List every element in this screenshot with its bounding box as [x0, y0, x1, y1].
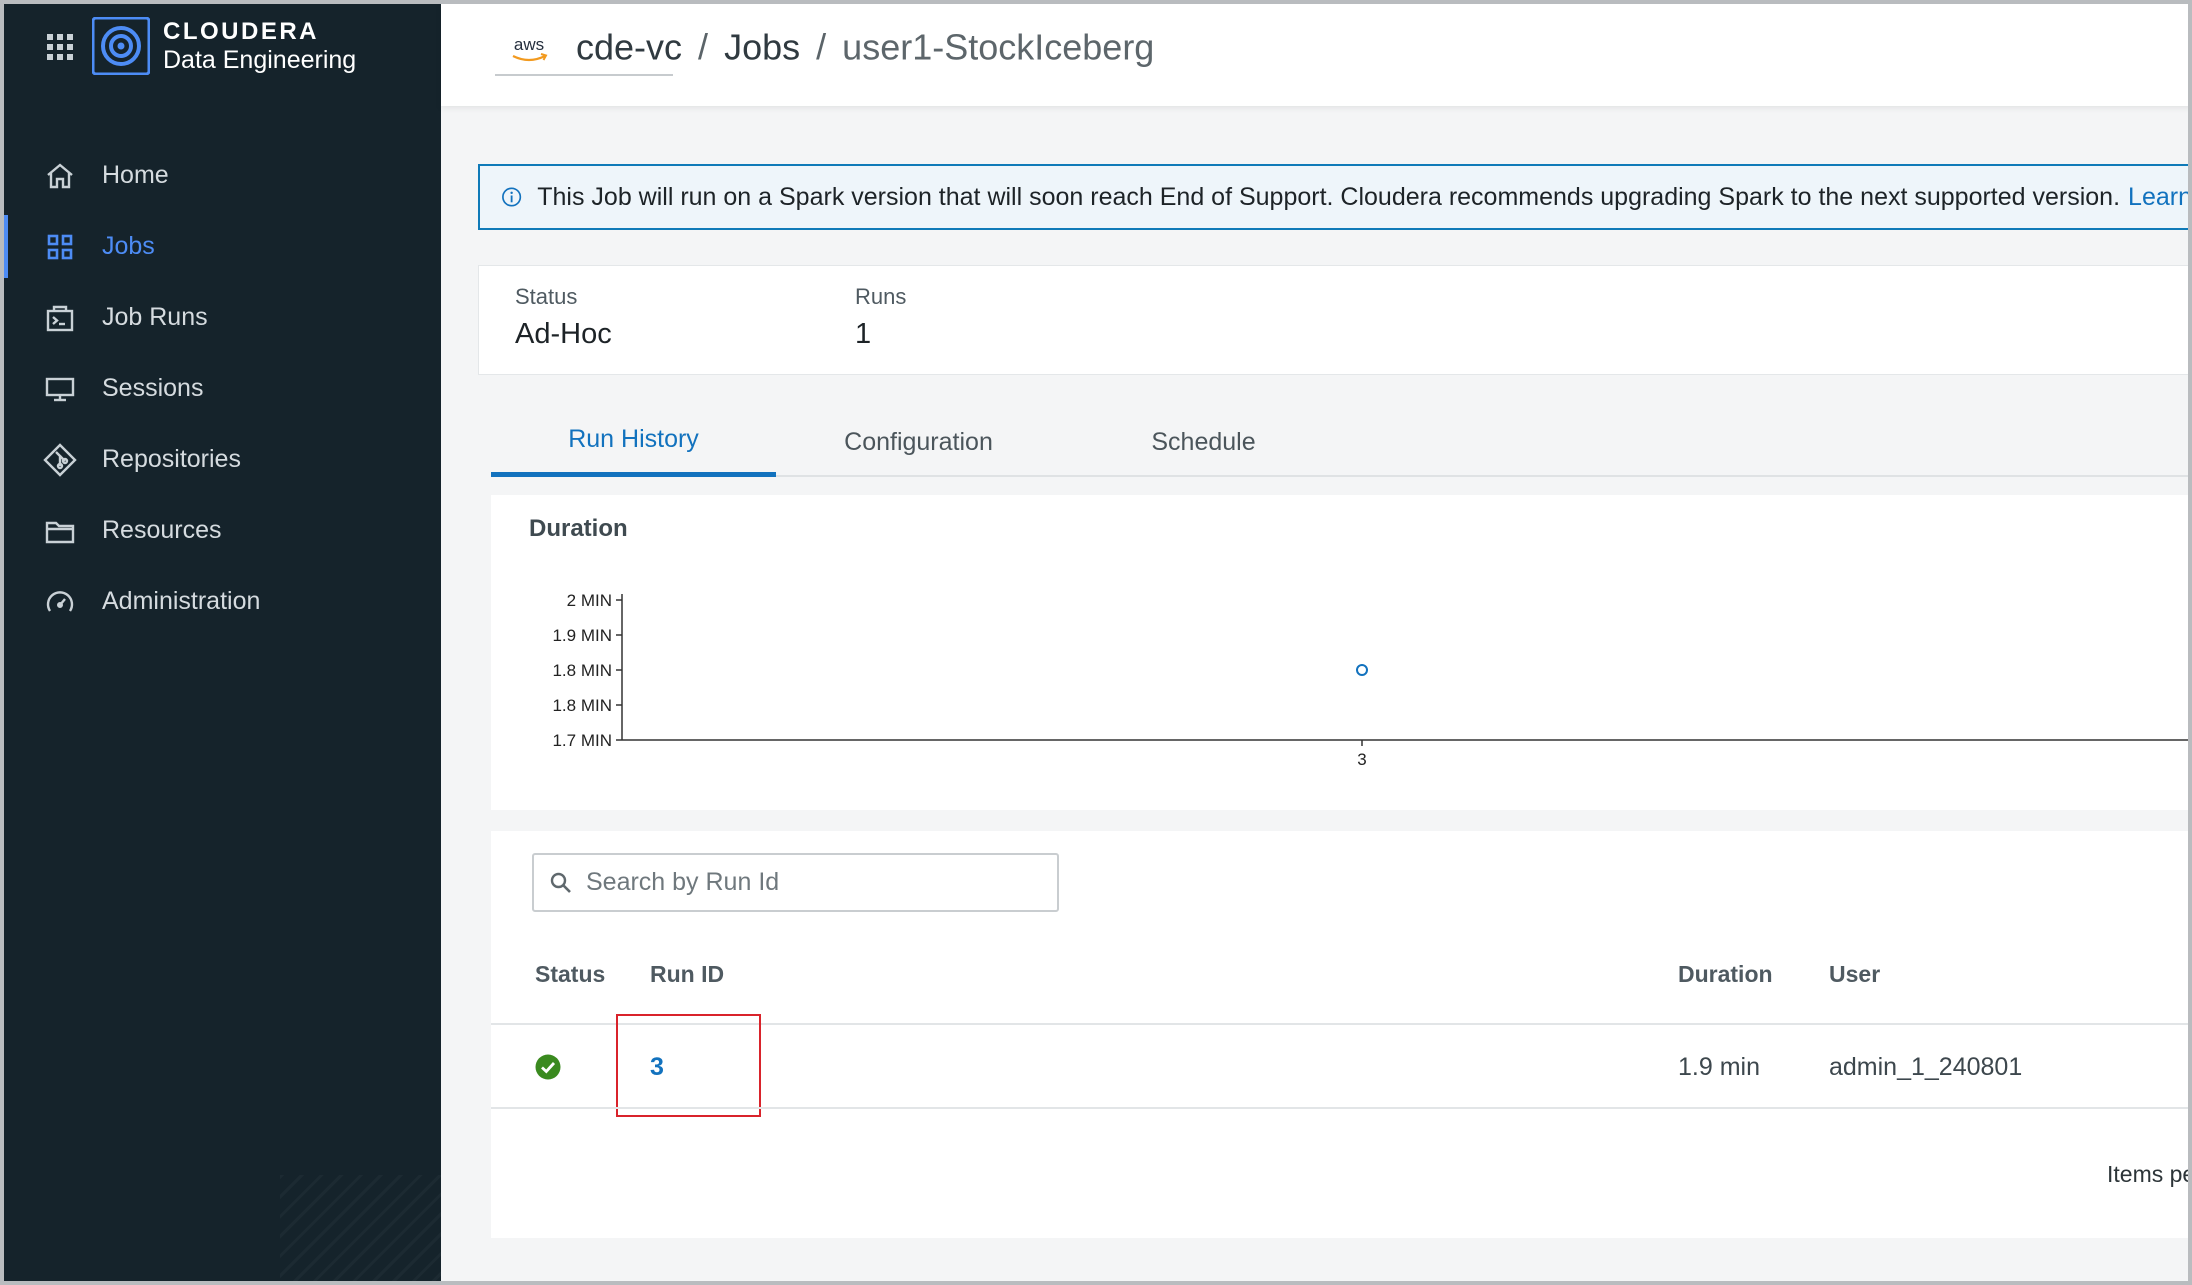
run-duration: 1.9 min — [1678, 1053, 1760, 1081]
status-label: Status — [515, 284, 578, 309]
search-input[interactable] — [586, 868, 1036, 897]
sidebar-item-sessions[interactable]: Sessions — [0, 353, 441, 424]
sidebar-nav: Home Jobs Job Runs Sessions Repositories — [0, 140, 441, 637]
git-icon — [43, 442, 77, 477]
y-tick-label: 1.9 MIN — [552, 626, 612, 645]
folder-icon — [43, 514, 77, 548]
app-switcher-icon[interactable] — [47, 34, 73, 60]
breadcrumb: cde-vc / Jobs / user1-StockIceberg — [576, 24, 1154, 68]
tab-configuration[interactable]: Configuration — [776, 407, 1061, 477]
job-tabs: Run History Configuration Schedule — [491, 407, 2192, 477]
aws-logo-icon: aws — [512, 35, 548, 62]
column-header-user[interactable]: User — [1829, 961, 1880, 988]
runs-label: Runs — [855, 284, 907, 309]
jobs-grid-icon — [43, 230, 77, 264]
svg-text:aws: aws — [514, 35, 544, 54]
sidebar-item-label: Job Runs — [102, 303, 208, 331]
sidebar-item-label: Jobs — [102, 232, 155, 260]
status-value: Ad-Hoc — [515, 318, 612, 350]
job-summary: Status Ad-Hoc Runs 1 — [478, 265, 2192, 375]
column-header-status[interactable]: Status — [535, 961, 605, 988]
info-icon — [502, 187, 522, 207]
x-tick-label: 3 — [1357, 750, 1366, 769]
sidebar-item-jobs[interactable]: Jobs — [0, 211, 441, 282]
sidebar-item-home[interactable]: Home — [0, 140, 441, 211]
sidebar-item-label: Administration — [102, 587, 261, 615]
breadcrumb-cluster[interactable]: cde-vc — [576, 26, 682, 67]
y-tick-label: 2 MIN — [567, 591, 612, 610]
monitor-icon — [43, 372, 77, 406]
y-tick-label: 1.8 MIN — [552, 696, 612, 715]
search-icon — [550, 872, 571, 893]
learn-more-link[interactable]: Learn — [2128, 183, 2192, 212]
sidebar-item-administration[interactable]: Administration — [0, 566, 441, 637]
job-runs-icon — [43, 301, 77, 335]
eos-warning-banner: This Job will run on a Spark version tha… — [478, 164, 2192, 230]
success-check-icon — [535, 1054, 561, 1080]
runs-value: 1 — [855, 318, 872, 350]
gauge-icon — [43, 585, 77, 619]
items-per-page-label: Items pe — [2107, 1161, 2192, 1187]
tab-run-history[interactable]: Run History — [491, 407, 776, 477]
home-icon — [43, 159, 77, 193]
duration-chart: 2 MIN 1.9 MIN 1.8 MIN 1.8 MIN 1.7 MIN 3 — [552, 591, 2192, 769]
breadcrumb-current: user1-StockIceberg — [842, 26, 1155, 68]
breadcrumb-jobs[interactable]: Jobs — [724, 26, 800, 67]
tab-schedule[interactable]: Schedule — [1061, 407, 1346, 477]
column-header-duration[interactable]: Duration — [1678, 961, 1773, 988]
y-tick-label: 1.7 MIN — [552, 731, 612, 750]
cloudera-logo-icon[interactable] — [92, 17, 150, 75]
run-history-table-card: Status Run ID Duration User 3 1.9 min ad… — [491, 831, 2192, 1238]
sidebar-item-repositories[interactable]: Repositories — [0, 424, 441, 495]
sidebar-item-label: Repositories — [102, 445, 241, 473]
sidebar-item-label: Resources — [102, 516, 222, 544]
highlight-annotation — [616, 1014, 761, 1117]
page-header: aws cde-vc / Jobs / user1-StockIceberg — [441, 4, 2192, 106]
banner-message: This Job will run on a Spark version tha… — [537, 182, 2121, 211]
sidebar-item-job-runs[interactable]: Job Runs — [0, 282, 441, 353]
sidebar-item-label: Home — [102, 161, 169, 189]
sidebar-decoration — [280, 1175, 441, 1285]
breadcrumb-separator: / — [816, 26, 827, 68]
row-divider — [491, 1107, 2192, 1109]
run-user: admin_1_240801 — [1829, 1053, 2023, 1081]
data-point — [1356, 664, 1368, 676]
brand-name: CLOUDERA — [163, 18, 319, 45]
product-name: Data Engineering — [163, 46, 357, 74]
sidebar: CLOUDERA Data Engineering Home Jobs Job … — [0, 0, 441, 1285]
sidebar-item-label: Sessions — [102, 374, 204, 402]
duration-chart-card: Duration 2 MIN 1.9 MIN 1.8 MIN 1.8 MIN 1.7 M… — [491, 495, 2192, 810]
sidebar-item-resources[interactable]: Resources — [0, 495, 441, 566]
search-box[interactable] — [532, 853, 1059, 912]
y-tick-label: 1.8 MIN — [552, 661, 612, 680]
breadcrumb-separator: / — [698, 26, 709, 68]
column-header-run-id[interactable]: Run ID — [650, 961, 724, 988]
